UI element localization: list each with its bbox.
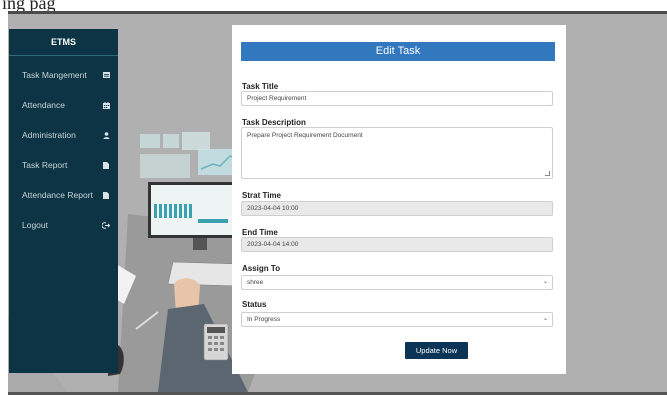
task-title-input[interactable]: Project Requirement <box>241 91 553 106</box>
calendar-grid-icon <box>101 90 111 120</box>
task-description-label: Task Description <box>242 118 306 127</box>
task-description-textarea[interactable]: Prepare Project Requirement Document <box>241 127 553 179</box>
start-time-label: Strat Time <box>242 191 281 200</box>
logout-icon <box>101 210 111 240</box>
task-description-text: Prepare Project Requirement Document <box>247 132 363 139</box>
start-time-input[interactable]: 2023-04-04 10:00 <box>241 201 553 216</box>
calendar-icon <box>101 60 111 90</box>
sidebar-item-label: Attendance <box>22 100 66 110</box>
sidebar-item-label: Logout <box>22 220 48 230</box>
update-now-button[interactable]: Update Now <box>405 342 468 359</box>
brand-title: ETMS <box>9 29 118 56</box>
chevron-down-icon: ⌄ <box>542 279 548 285</box>
task-title-label: Task Title <box>242 82 279 91</box>
end-time-label: End Time <box>242 228 278 237</box>
sidebar-item-label: Attendance Report <box>22 190 93 200</box>
file-icon <box>101 180 111 210</box>
end-time-input[interactable]: 2023-04-04 14:00 <box>241 237 553 252</box>
sidebar-nav: Task Mangement Attendance Administration… <box>9 56 118 240</box>
status-value: In Progress <box>247 316 281 323</box>
file-icon <box>101 150 111 180</box>
assign-to-label: Assign To <box>242 264 281 273</box>
resize-handle-icon[interactable] <box>545 171 550 176</box>
sidebar-item-logout[interactable]: Logout <box>9 210 118 240</box>
sidebar: ETMS Task Mangement Attendance Administr… <box>9 29 118 373</box>
status-label: Status <box>242 300 267 309</box>
sidebar-item-administration[interactable]: Administration <box>9 120 118 150</box>
sidebar-item-label: Administration <box>22 130 76 140</box>
status-select[interactable]: In Progress ⌄ <box>241 312 553 327</box>
sidebar-item-label: Task Mangement <box>22 70 87 80</box>
assign-to-value: shree <box>247 279 264 286</box>
sidebar-item-task-report[interactable]: Task Report <box>9 150 118 180</box>
user-icon <box>101 120 111 150</box>
assign-to-select[interactable]: shree ⌄ <box>241 275 553 290</box>
chevron-down-icon: ⌄ <box>542 316 548 322</box>
sidebar-item-label: Task Report <box>22 160 68 170</box>
sidebar-item-attendance[interactable]: Attendance <box>9 90 118 120</box>
sidebar-item-task-management[interactable]: Task Mangement <box>9 60 118 90</box>
sidebar-item-attendance-report[interactable]: Attendance Report <box>9 180 118 210</box>
modal-title: Edit Task <box>241 42 555 61</box>
edit-task-modal: Edit Task Task Title Project Requirement… <box>232 25 566 374</box>
